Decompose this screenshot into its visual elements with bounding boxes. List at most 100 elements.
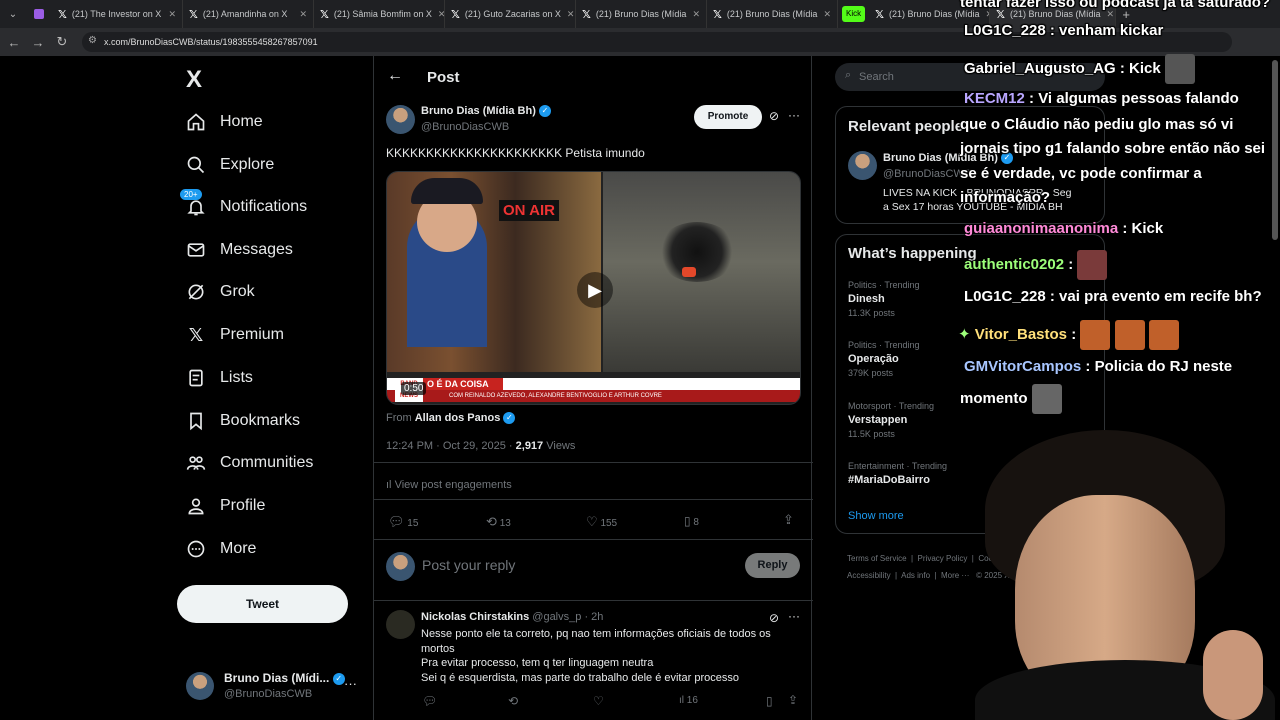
close-icon[interactable]: ✕ [561, 9, 575, 20]
reply-handle[interactable]: @galvs_p [532, 611, 581, 623]
nav-item-more[interactable]: More [186, 534, 256, 564]
repost-action[interactable]: ⟲ 13 [486, 514, 511, 530]
more-icon[interactable]: ··· [788, 108, 800, 122]
trend-item[interactable]: Politics · Trending Operação 379K posts [848, 340, 920, 378]
trend-posts: 379K posts [848, 368, 894, 378]
nav-label: Notifications [220, 198, 308, 215]
account-name: Bruno Dias (Mídi... [224, 671, 330, 685]
trend-category: Politics · Trending [848, 280, 920, 290]
chat-text: : Vi algumas pessoas falando [1029, 90, 1239, 107]
author-avatar[interactable] [386, 105, 415, 134]
post-time[interactable]: 12:24 PM · Oct 29, 2025 · [386, 440, 513, 452]
view-engagements-link[interactable]: ıl View post engagements [386, 479, 512, 491]
grok-icon[interactable]: ⊘ [769, 611, 779, 625]
promote-button[interactable]: Promote [694, 105, 762, 129]
account-switcher[interactable]: Bruno Dias (Mídi... ✓ @BrunoDiasCWB ··· [186, 670, 372, 704]
browser-tab[interactable]: 𝕏 (21) Bruno Dias (Mídia✕ [576, 0, 707, 28]
nav-label: Communities [220, 454, 314, 471]
nav-item-messages[interactable]: Messages [186, 235, 293, 265]
x-logo-icon: 𝕏 [875, 8, 884, 21]
trend-item[interactable]: Entertainment · Trending #MariaDoBairro [848, 461, 947, 486]
nav-item-home[interactable]: Home [186, 107, 263, 137]
close-icon[interactable]: ✕ [432, 9, 444, 20]
back-arrow-icon[interactable]: ← [387, 67, 403, 85]
footer-link[interactable]: Accessibility [847, 571, 891, 580]
kick-badge[interactable]: Kick [842, 6, 866, 22]
trend-item[interactable]: Politics · Trending Dinesh 11.3K posts [848, 280, 920, 318]
scrollbar-thumb[interactable] [1272, 60, 1278, 240]
heart-icon: ♡ [586, 514, 598, 529]
from-source-link[interactable]: Allan dos Panos [415, 412, 501, 424]
x-logo-icon[interactable]: X [186, 66, 202, 94]
nav-item-explore[interactable]: Explore [186, 150, 274, 180]
reply-views: 16 [686, 695, 698, 706]
footer-link[interactable]: Terms of Service [847, 554, 907, 563]
more-icon[interactable]: ··· [788, 609, 800, 623]
views-action[interactable]: ıl 16 [679, 695, 698, 706]
chat-emote-icon [1031, 384, 1062, 414]
video-player[interactable]: ON AIR ▶ O É DA COISA COM REINALDO AZEVE… [386, 171, 801, 405]
site-info-icon[interactable]: ⚙ [88, 35, 97, 46]
chat-text: jornais tipo g1 falando sobre então não … [960, 140, 1266, 157]
on-air-sign: ON AIR [499, 200, 559, 221]
author-handle[interactable]: @BrunoDiasCWB [421, 121, 509, 133]
forward-icon[interactable]: → [26, 35, 50, 50]
analytics-icon: ıl [679, 695, 684, 706]
close-icon[interactable]: ✕ [293, 9, 307, 20]
author-name-row[interactable]: Bruno Dias (Mídia Bh) ✓ [421, 105, 551, 118]
chat-text: informação? [960, 189, 1051, 206]
reply-input[interactable]: Post your reply [422, 557, 515, 573]
reply-author[interactable]: Nickolas Chirstakins [421, 611, 529, 623]
tweet-button[interactable]: Tweet [177, 585, 348, 623]
chat-text: : venham kickar [1049, 22, 1164, 39]
repost-icon[interactable]: ⟲ [508, 694, 518, 708]
fire-spot [682, 267, 696, 277]
nav-item-communities[interactable]: Communities [186, 448, 313, 478]
search-icon: ⌕ [845, 69, 852, 81]
reload-icon[interactable]: ↻ [50, 34, 74, 50]
browser-tab[interactable]: 𝕏 (21) Guto Zacarias on X ✕ [445, 0, 576, 28]
footer-link[interactable]: Ads info [901, 571, 930, 580]
close-icon[interactable]: ✕ [817, 9, 831, 20]
show-more-link[interactable]: Show more [848, 510, 904, 522]
heart-icon[interactable]: ♡ [593, 694, 604, 708]
nav-item-grok[interactable]: Grok [186, 277, 255, 307]
browser-tab[interactable]: 𝕏 (21) Sâmia Bomfim on X ✕ [314, 0, 445, 28]
like-action[interactable]: ♡ 155 [586, 514, 617, 530]
avatar[interactable] [848, 151, 877, 180]
back-icon[interactable]: ← [2, 35, 26, 50]
tab-list-chevron-icon[interactable]: ⌄ [0, 0, 26, 28]
reply-time[interactable]: · 2h [584, 611, 603, 623]
more-icon[interactable]: ··· [344, 676, 357, 691]
nav-item-lists[interactable]: Lists [186, 363, 253, 393]
nav-item-notifications[interactable]: 20+ Notifications [180, 189, 308, 222]
nav-item-premium[interactable]: 𝕏 Premium [186, 320, 284, 350]
trend-item[interactable]: Motorsport · Trending Verstappen 11.5K p… [848, 401, 934, 439]
share-icon[interactable]: ⇪ [788, 693, 798, 707]
reply-text-line: Nesse ponto ele ta correto, pq nao tem i… [421, 628, 771, 640]
close-icon[interactable]: ✕ [686, 9, 700, 20]
browser-tab[interactable]: 𝕏 (21) Bruno Dias (Mídia✕ [707, 0, 838, 28]
close-icon[interactable]: ✕ [162, 9, 176, 20]
avatar[interactable] [386, 610, 415, 639]
browser-tab[interactable]: 𝕏 (21) The Investor on X ✕ [52, 0, 183, 28]
chat-message: L0G1C_228 : vai pra evento em recife bh? [964, 288, 1262, 305]
chat-message: momento [960, 384, 1062, 414]
grok-icon[interactable]: ⊘ [769, 109, 779, 123]
bookmark-icon[interactable]: ▯ [766, 694, 773, 708]
nav-label: Profile [220, 497, 266, 514]
reply-button[interactable]: Reply [745, 553, 800, 578]
share-icon[interactable]: ⇪ [783, 512, 794, 528]
x-logo-icon: 𝕏 [713, 8, 722, 21]
tab-groups-icon[interactable] [26, 0, 52, 28]
reply-action[interactable]: 💬︎ 15 [388, 514, 418, 530]
play-icon[interactable]: ▶ [577, 272, 613, 308]
trend-name: Dinesh [848, 293, 885, 305]
avatar [386, 552, 415, 581]
browser-tab[interactable]: 𝕏 (21) Amandinha on X ✕ [183, 0, 314, 28]
nav-item-bookmarks[interactable]: Bookmarks [186, 406, 300, 436]
nav-item-profile[interactable]: Profile [186, 491, 265, 521]
bookmark-action[interactable]: ▯ 8 [684, 514, 699, 528]
reply-icon[interactable]: 💬︎ [422, 694, 437, 708]
x-logo-icon: 𝕏 [451, 8, 460, 21]
